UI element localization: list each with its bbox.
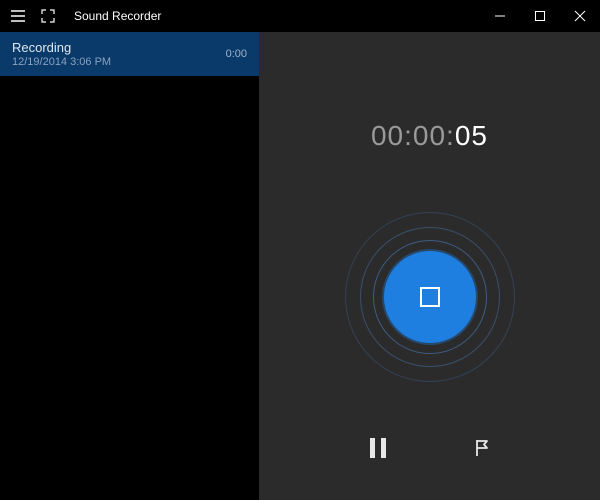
app-body: Recording 12/19/2014 3:06 PM 0:00 00:00:… <box>0 32 600 500</box>
window-controls <box>480 0 600 32</box>
record-button-wrap <box>345 212 515 382</box>
pause-button[interactable] <box>360 430 396 466</box>
minimize-button[interactable] <box>480 0 520 32</box>
maximize-button[interactable] <box>520 0 560 32</box>
app-window: Sound Recorder Recording 12/19/2014 3:06… <box>0 0 600 500</box>
pause-icon <box>370 438 386 458</box>
recording-title: Recording <box>12 40 111 55</box>
fullscreen-icon[interactable] <box>40 8 56 24</box>
recording-list-item[interactable]: Recording 12/19/2014 3:06 PM 0:00 <box>0 32 259 76</box>
recording-info: Recording 12/19/2014 3:06 PM <box>12 40 111 68</box>
titlebar-left: Sound Recorder <box>0 8 161 24</box>
marker-button[interactable] <box>464 430 500 466</box>
recordings-sidebar: Recording 12/19/2014 3:06 PM 0:00 <box>0 32 259 500</box>
recording-panel: 00:00:05 <box>259 32 600 500</box>
recording-duration: 0:00 <box>226 48 247 60</box>
hamburger-icon[interactable] <box>10 8 26 24</box>
flag-icon <box>472 438 492 458</box>
record-ring-inner <box>373 240 487 354</box>
titlebar: Sound Recorder <box>0 0 600 32</box>
timer-inactive: 00:00: <box>371 120 455 151</box>
secondary-controls <box>360 430 500 466</box>
timer-active: 05 <box>455 120 488 151</box>
recording-timer: 00:00:05 <box>371 120 488 152</box>
recording-timestamp: 12/19/2014 3:06 PM <box>12 56 111 68</box>
close-button[interactable] <box>560 0 600 32</box>
app-title: Sound Recorder <box>74 9 161 23</box>
